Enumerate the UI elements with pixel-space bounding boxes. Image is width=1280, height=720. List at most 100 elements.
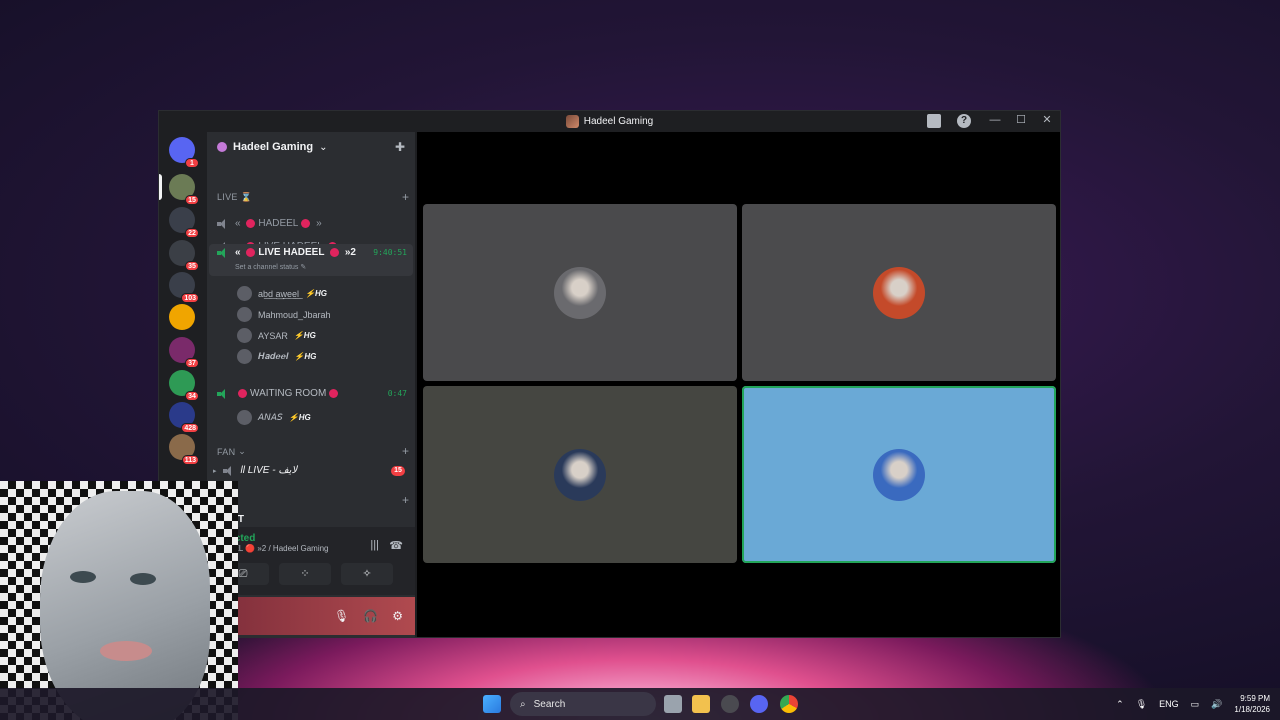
server-header[interactable]: Hadeel Gaming ⌄ ✚ xyxy=(207,132,415,162)
unread-badge: 35 xyxy=(185,261,199,271)
close-button[interactable]: ✕ xyxy=(1040,113,1054,126)
unread-badge: 22 xyxy=(185,228,199,238)
user-tag: ⚡HG xyxy=(305,289,328,298)
server-icon[interactable]: 428 xyxy=(169,402,199,433)
mic-icon[interactable]: 🎙 xyxy=(1136,699,1147,710)
chevron-down-icon: ⌄ xyxy=(235,446,247,456)
category-fan[interactable]: FAN ⌄ xyxy=(217,446,411,457)
server-icon[interactable] xyxy=(169,304,195,330)
title-bar: Hadeel Gaming ? — ☐ ✕ xyxy=(159,111,1060,132)
avatar xyxy=(237,349,252,364)
inbox-icon[interactable] xyxy=(927,114,941,128)
search-icon: ⌕ xyxy=(520,698,526,710)
maximize-button[interactable]: ☐ xyxy=(1014,113,1028,126)
channel-name: ll LIVE - لايف xyxy=(240,465,298,476)
search-placeholder: Search xyxy=(533,698,566,710)
mic-icon[interactable]: 🎙 xyxy=(334,609,349,623)
clock[interactable]: 9:59 PM 1/18/2026 xyxy=(1234,693,1270,715)
voice-stage xyxy=(417,132,1060,637)
avatar xyxy=(237,328,252,343)
disconnect-icon[interactable]: ☎ xyxy=(389,539,403,552)
overlay-photo xyxy=(0,481,238,720)
avatar xyxy=(237,307,252,322)
category-other[interactable]: ve xyxy=(217,495,411,505)
window-title: Hadeel Gaming xyxy=(565,115,654,128)
user-name: ab͟d͟ a͟w͟e͟e͟l͟ xyxy=(258,288,300,299)
network-icon[interactable]: ▭ xyxy=(1191,699,1200,710)
windows-start-icon[interactable] xyxy=(483,695,501,713)
add-channel-button[interactable]: + xyxy=(402,444,409,458)
speaker-icon xyxy=(222,465,235,476)
avatar xyxy=(554,266,606,319)
voice-user[interactable]: AYSAR ⚡HG xyxy=(237,328,316,343)
waiting-user[interactable]: 𝘈𝘕𝘈𝘚 ⚡HG xyxy=(237,410,311,425)
gear-icon[interactable]: ⚙ xyxy=(392,609,403,623)
caret-right-icon: ▸ xyxy=(213,467,217,475)
selected-server-pill xyxy=(159,174,162,200)
clock-time: 9:59 PM xyxy=(1240,694,1270,703)
participant-tile[interactable] xyxy=(742,204,1056,381)
volume-icon[interactable]: 🔊 xyxy=(1211,699,1222,710)
chrome-icon[interactable] xyxy=(780,695,798,713)
window-title-text: Hadeel Gaming xyxy=(583,116,654,127)
task-view-icon[interactable] xyxy=(664,695,682,713)
voice-user[interactable]: Mahmoud_Jbarah xyxy=(237,307,331,322)
person-add-icon[interactable]: ✚ xyxy=(395,140,405,154)
left-channel[interactable]: LEFT xyxy=(219,514,411,525)
eye xyxy=(130,573,156,585)
channel-name: WAITING ROOM xyxy=(250,388,327,399)
unread-badge: 428 xyxy=(181,423,199,433)
soundboard-button[interactable]: ✧ xyxy=(341,563,393,585)
server-icon[interactable]: 15 xyxy=(169,174,199,205)
voice-connection-panel: nnected ADEEL 🔴 »2 / Hadeel Gaming ||| ☎… xyxy=(207,527,415,595)
add-channel-button[interactable]: + xyxy=(402,493,409,507)
language-indicator[interactable]: ENG xyxy=(1159,699,1179,709)
noise-suppression-icon[interactable]: ||| xyxy=(370,539,379,551)
server-icon[interactable]: 34 xyxy=(169,370,199,401)
unread-badge: 37 xyxy=(185,358,199,368)
user-name: AYSAR xyxy=(258,330,288,341)
file-explorer-icon[interactable] xyxy=(692,695,710,713)
server-name: Hadeel Gaming xyxy=(233,141,314,153)
voice-user[interactable]: 𝑯𝒂𝒅𝒆𝒆𝒍 ⚡HG xyxy=(237,349,316,364)
voice-channel-1[interactable]: « HADEEL » xyxy=(211,218,411,229)
help-icon[interactable]: ? xyxy=(957,114,971,128)
fan-channel[interactable]: ▸ ll LIVE - لايف 15 xyxy=(211,465,411,476)
server-icon[interactable]: 113 xyxy=(169,434,199,465)
user-panel: 🎙 🎧 ⚙ xyxy=(207,597,415,635)
user-tag: ⚡HG xyxy=(293,331,316,340)
voice-channel-waiting[interactable]: WAITING ROOM 0:47 xyxy=(211,388,411,399)
channel-status[interactable]: Set a channel status ✎ xyxy=(235,263,411,272)
discord-window: Hadeel Gaming ? — ☐ ✕ 1 15 22 35 103 37 34 428 1… xyxy=(158,110,1061,638)
category-live[interactable]: LIVE ⌛ xyxy=(217,192,411,203)
voice-channel-3[interactable]: « LIVE HADEEL »2 9:40:51 xyxy=(211,247,411,258)
headset-icon[interactable]: 🎧 xyxy=(363,609,378,623)
server-icon[interactable]: 35 xyxy=(169,240,199,271)
participant-tile[interactable] xyxy=(423,386,737,563)
pencil-icon: ✎ xyxy=(298,264,307,271)
category-live-label: LIVE ⌛ xyxy=(217,192,253,202)
system-tray: ⌃ 🎙 ENG ▭ 🔊 9:59 PM 1/18/2026 xyxy=(1116,688,1270,720)
taskbar-search[interactable]: ⌕ Search xyxy=(510,692,656,716)
voice-user[interactable]: ab͟d͟ a͟w͟e͟e͟l͟ ⚡HG xyxy=(237,286,327,301)
discord-icon[interactable] xyxy=(750,695,768,713)
avatar xyxy=(873,448,925,501)
chevron-up-icon[interactable]: ⌃ xyxy=(1116,699,1124,710)
channel-sidebar: Hadeel Gaming ⌄ ✚ LIVE ⌛ + « HADEEL » « … xyxy=(207,132,415,637)
server-icon[interactable]: 1 xyxy=(169,137,199,168)
chevron-down-icon: ⌄ xyxy=(319,141,328,153)
minimize-button[interactable]: — xyxy=(988,114,1002,126)
participant-tile[interactable] xyxy=(742,386,1056,563)
lips xyxy=(100,641,152,661)
user-name: Mahmoud_Jbarah xyxy=(258,309,331,320)
add-channel-button[interactable]: + xyxy=(402,190,409,204)
server-icon[interactable]: 37 xyxy=(169,337,199,368)
unread-badge: 1 xyxy=(185,158,199,168)
activities-button[interactable]: ⁘ xyxy=(279,563,331,585)
server-icon[interactable]: 22 xyxy=(169,207,199,238)
github-icon[interactable] xyxy=(721,695,739,713)
server-avatar-icon xyxy=(565,115,579,128)
server-icon[interactable]: 103 xyxy=(169,272,199,303)
user-tag: ⚡HG xyxy=(288,413,311,422)
participant-tile[interactable] xyxy=(423,204,737,381)
